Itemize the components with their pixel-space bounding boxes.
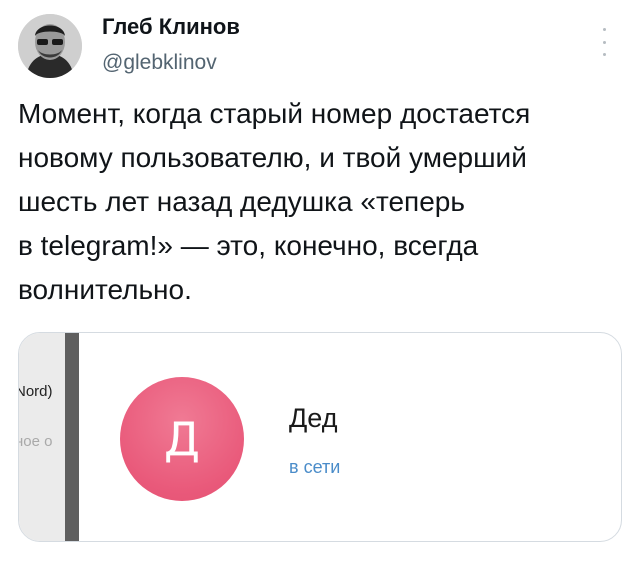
- tweet-text-line: новому пользователю, и твой умерший: [18, 142, 527, 173]
- author-avatar[interactable]: [18, 14, 82, 78]
- cropped-text-bottom: ное о: [18, 433, 53, 450]
- panel-divider: [65, 333, 79, 541]
- author-handle[interactable]: @glebklinov: [102, 51, 217, 75]
- tweet-text-line: шесть лет назад дедушка «теперь: [18, 186, 465, 217]
- tweet-text-line: в telegram!» — это, конечно, всегда: [18, 230, 479, 261]
- tweet-text-line: волнительно.: [18, 274, 192, 305]
- contact-online-status: в сети: [289, 457, 341, 477]
- more-options-icon[interactable]: [597, 28, 611, 56]
- tweet-text-line: Момент, когда старый номер достается: [18, 98, 531, 129]
- attached-screenshot[interactable]: Nord) ное о Д Дед в сети: [18, 332, 622, 542]
- cropped-side-panel: Nord) ное о: [19, 333, 79, 541]
- contact-name: Дед: [289, 403, 338, 433]
- tweet-text: Момент, когда старый номер достается нов…: [18, 92, 628, 312]
- author-name[interactable]: Глеб Клинов: [102, 14, 240, 40]
- cropped-text-top: Nord): [18, 383, 53, 400]
- contact-avatar: Д: [120, 377, 244, 501]
